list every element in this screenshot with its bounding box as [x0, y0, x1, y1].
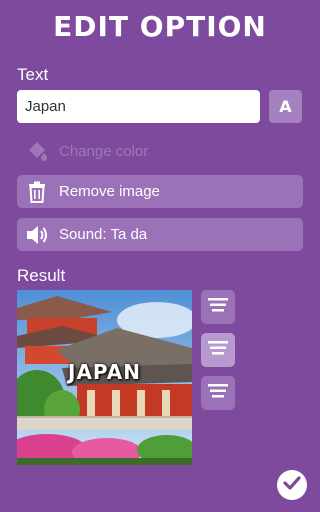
- checkmark-icon: [282, 473, 302, 497]
- page-title: Edit option: [53, 10, 267, 43]
- align-middle-button[interactable]: [201, 333, 235, 367]
- result-label: Result: [17, 266, 66, 285]
- align-bottom-button[interactable]: [201, 376, 235, 410]
- align-bottom-icon: [208, 383, 228, 403]
- result-caption: JAPAN: [68, 360, 141, 384]
- align-top-button[interactable]: [201, 290, 235, 324]
- change-color-label: Change color: [59, 142, 149, 160]
- sound-label: Sound: Ta da: [59, 226, 148, 243]
- confirm-button[interactable]: [277, 470, 307, 500]
- paint-bucket-icon: [25, 139, 49, 163]
- change-color-button: Change color: [17, 135, 303, 167]
- speaker-icon: [25, 223, 49, 247]
- text-input[interactable]: Japan: [17, 90, 260, 123]
- remove-image-label: Remove image: [59, 183, 160, 200]
- result-image: JAPAN: [17, 290, 192, 465]
- sound-button[interactable]: Sound: Ta da: [17, 218, 303, 251]
- font-button[interactable]: A: [269, 90, 302, 123]
- trash-icon: [25, 180, 49, 204]
- remove-image-button[interactable]: Remove image: [17, 175, 303, 208]
- align-middle-icon: [208, 340, 228, 360]
- text-label: Text: [17, 65, 49, 84]
- align-top-icon: [208, 297, 228, 317]
